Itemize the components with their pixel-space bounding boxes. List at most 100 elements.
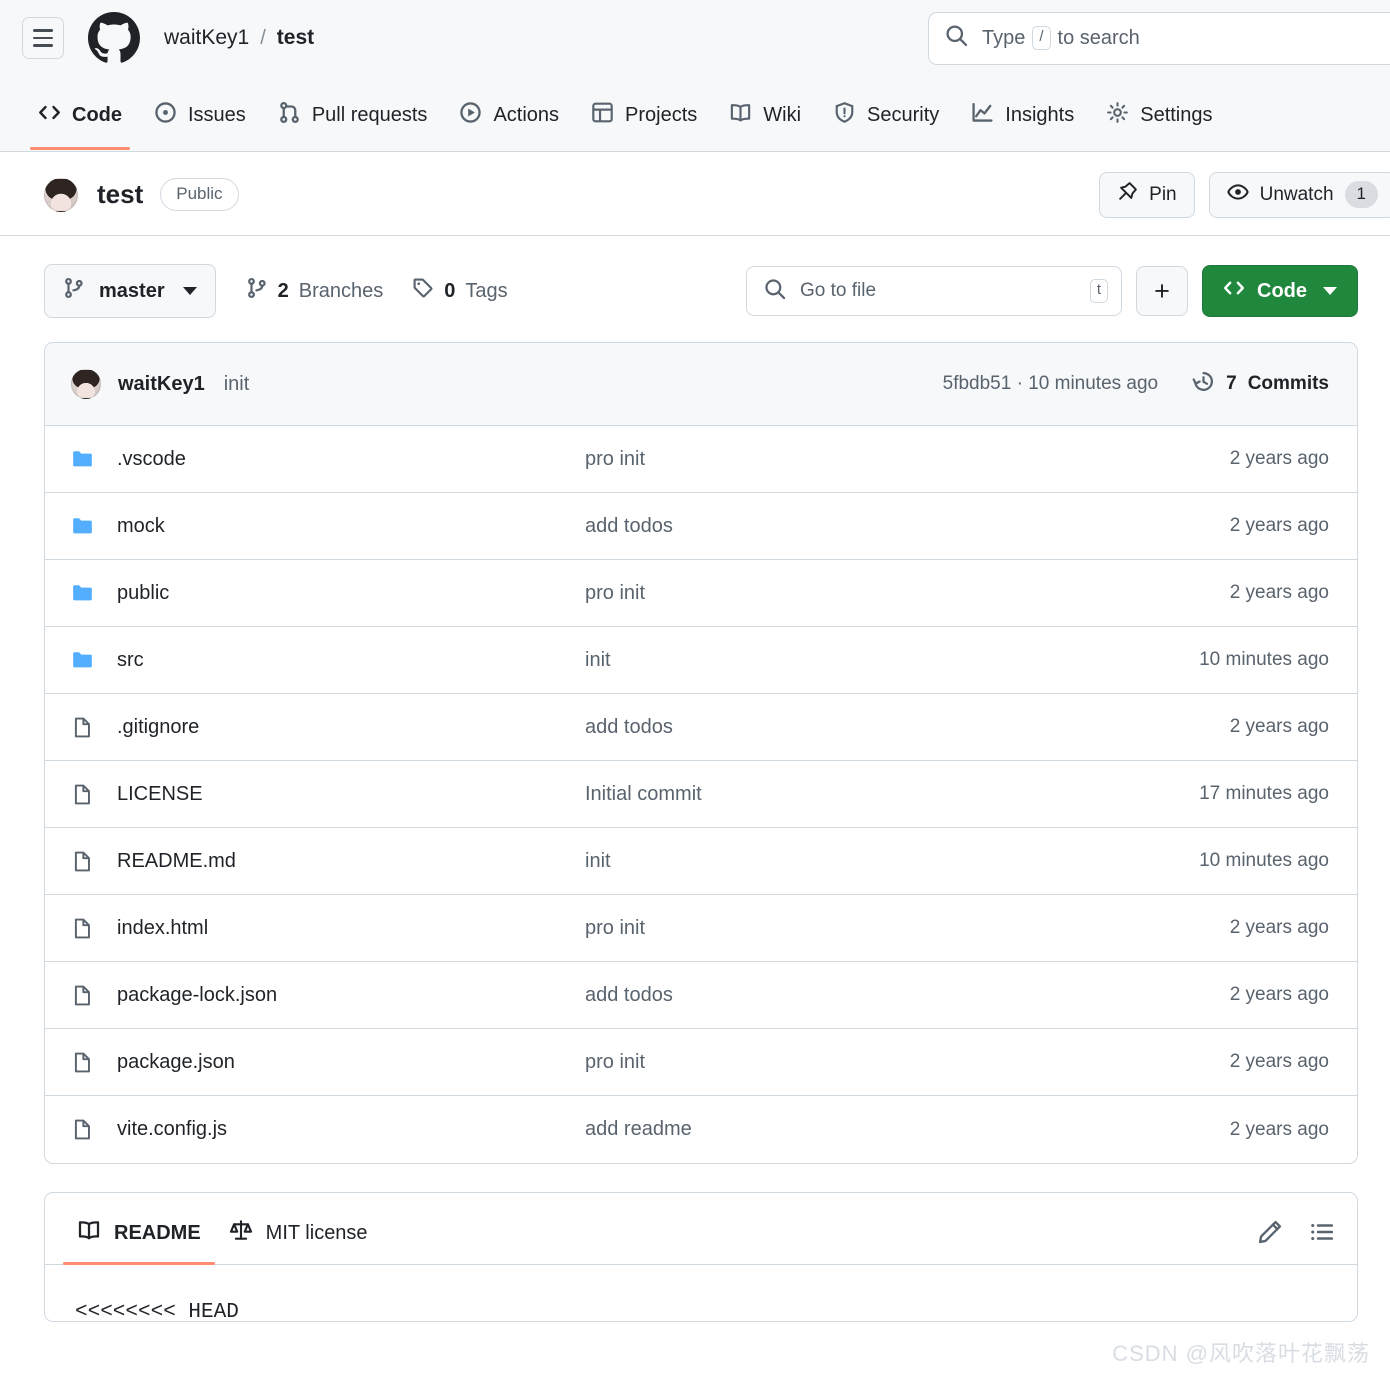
commit-history-link[interactable]: 7 Commits xyxy=(1192,370,1329,399)
search-wrapper: Type / to search xyxy=(928,11,1390,65)
tab-security[interactable]: Security xyxy=(817,101,955,150)
tab-pull-requests[interactable]: Pull requests xyxy=(262,101,444,150)
file-commit-message[interactable]: add todos xyxy=(585,515,1230,538)
file-name[interactable]: .vscode xyxy=(117,448,585,471)
eye-icon xyxy=(1226,181,1249,209)
csdn-watermark: CSDN @风吹落叶花飘荡 xyxy=(1112,1341,1370,1366)
tab-readme[interactable]: README xyxy=(63,1218,215,1265)
table-row[interactable]: package-lock.json add todos 2 years ago xyxy=(45,962,1357,1029)
commit-hash[interactable]: 5fbdb51 xyxy=(943,373,1012,394)
table-row[interactable]: mock add todos 2 years ago xyxy=(45,493,1357,560)
tags-link[interactable]: 0 Tags xyxy=(412,277,508,305)
file-commit-message[interactable]: pro init xyxy=(585,917,1230,940)
header-top-bar: waitKey1 / test Type / to search xyxy=(0,0,1390,76)
go-to-file-input[interactable]: Go to file t xyxy=(746,266,1122,316)
breadcrumb: waitKey1 / test xyxy=(164,26,314,50)
table-row[interactable]: vite.config.js add readme 2 years ago xyxy=(45,1096,1357,1163)
file-name[interactable]: mock xyxy=(117,515,585,538)
pin-button[interactable]: Pin xyxy=(1099,171,1195,218)
table-row[interactable]: src init 10 minutes ago xyxy=(45,627,1357,694)
hamburger-icon[interactable] xyxy=(22,17,64,59)
branches-link[interactable]: 2 Branches xyxy=(246,277,383,305)
file-name[interactable]: vite.config.js xyxy=(117,1118,585,1141)
chevron-down-icon xyxy=(1323,287,1337,295)
code-icon xyxy=(38,101,61,130)
file-name[interactable]: public xyxy=(117,582,585,605)
repo-header: test Public Pin Unwatch 1 xyxy=(0,152,1390,236)
tags-count: 0 xyxy=(444,279,456,302)
git-branch-icon xyxy=(63,277,85,305)
file-time: 2 years ago xyxy=(1229,716,1329,737)
commit-message[interactable]: init xyxy=(224,373,250,396)
tab-license[interactable]: MIT license xyxy=(215,1218,382,1264)
file-name[interactable]: src xyxy=(117,649,585,672)
commit-author-avatar xyxy=(71,369,101,399)
tab-projects[interactable]: Projects xyxy=(575,101,713,150)
readme-actions xyxy=(1257,1219,1335,1264)
branch-selector[interactable]: master xyxy=(44,264,216,318)
tab-wiki[interactable]: Wiki xyxy=(713,101,817,150)
play-icon xyxy=(459,101,482,130)
commit-author-name[interactable]: waitKey1 xyxy=(118,373,205,396)
file-name[interactable]: .gitignore xyxy=(117,716,585,739)
tab-actions-label: Actions xyxy=(493,104,560,126)
tab-readme-label: README xyxy=(114,1221,201,1244)
pencil-icon[interactable] xyxy=(1257,1219,1283,1250)
table-row[interactable]: package.json pro init 2 years ago xyxy=(45,1029,1357,1096)
file-commit-message[interactable]: add todos xyxy=(585,984,1230,1007)
file-name[interactable]: LICENSE xyxy=(117,783,585,806)
toolbar-right-group: Go to file t + Code xyxy=(746,265,1358,317)
file-commit-message[interactable]: pro init xyxy=(585,1051,1230,1074)
table-row[interactable]: LICENSE Initial commit 17 minutes ago xyxy=(45,761,1357,828)
search-input[interactable]: Type / to search xyxy=(928,11,1390,65)
tab-settings[interactable]: Settings xyxy=(1090,101,1228,150)
file-commit-message[interactable]: Initial commit xyxy=(585,783,1199,806)
search-icon xyxy=(764,278,786,305)
visibility-badge: Public xyxy=(160,177,239,212)
table-row[interactable]: index.html pro init 2 years ago xyxy=(45,895,1357,962)
page-title[interactable]: test xyxy=(97,179,143,210)
unwatch-button[interactable]: Unwatch 1 xyxy=(1208,171,1390,218)
table-row[interactable]: public pro init 2 years ago xyxy=(45,560,1357,627)
breadcrumb-separator: / xyxy=(260,26,266,49)
file-name[interactable]: package.json xyxy=(117,1051,585,1074)
file-name[interactable]: README.md xyxy=(117,850,585,873)
table-row[interactable]: .gitignore add todos 2 years ago xyxy=(45,694,1357,761)
table-row[interactable]: .vscode pro init 2 years ago xyxy=(45,426,1357,493)
readme-panel: README MIT license <<<<<<<< HEAD xyxy=(44,1192,1358,1322)
file-icon xyxy=(71,716,95,739)
github-mark-icon[interactable] xyxy=(88,12,140,64)
tab-code-label: Code xyxy=(72,104,122,126)
file-name[interactable]: package-lock.json xyxy=(117,984,585,1007)
search-shortcut-key: / xyxy=(1032,26,1051,50)
app-header: waitKey1 / test Type / to search Code Is… xyxy=(0,0,1390,152)
code-dropdown-button[interactable]: Code xyxy=(1202,265,1358,317)
file-time: 2 years ago xyxy=(1229,917,1329,938)
file-icon xyxy=(71,850,95,873)
list-unordered-icon[interactable] xyxy=(1309,1219,1335,1250)
code-button-label: Code xyxy=(1257,279,1307,302)
tab-issues[interactable]: Issues xyxy=(138,101,262,150)
search-placeholder-suffix: to search xyxy=(1057,26,1140,49)
tab-insights[interactable]: Insights xyxy=(955,101,1090,150)
file-commit-message[interactable]: pro init xyxy=(585,448,1230,471)
add-file-button[interactable]: + xyxy=(1136,266,1188,316)
file-commit-message[interactable]: init xyxy=(585,649,1199,672)
file-commit-message[interactable]: init xyxy=(585,850,1199,873)
graph-icon xyxy=(971,101,994,130)
hamburger-bar xyxy=(33,36,53,40)
tab-issues-label: Issues xyxy=(188,104,246,126)
tab-code[interactable]: Code xyxy=(22,101,138,150)
file-name[interactable]: index.html xyxy=(117,917,585,940)
tab-actions[interactable]: Actions xyxy=(443,101,575,150)
file-commit-message[interactable]: add todos xyxy=(585,716,1230,739)
readme-content: <<<<<<<< HEAD xyxy=(75,1301,239,1321)
file-commit-message[interactable]: add readme xyxy=(585,1118,1230,1141)
file-time: 17 minutes ago xyxy=(1199,783,1329,804)
unwatch-button-label: Unwatch xyxy=(1259,183,1334,205)
table-row[interactable]: README.md init 10 minutes ago xyxy=(45,828,1357,895)
file-commit-message[interactable]: pro init xyxy=(585,582,1230,605)
breadcrumb-owner[interactable]: waitKey1 xyxy=(164,26,249,50)
breadcrumb-repo[interactable]: test xyxy=(277,26,314,50)
tab-license-label: MIT license xyxy=(265,1221,368,1244)
